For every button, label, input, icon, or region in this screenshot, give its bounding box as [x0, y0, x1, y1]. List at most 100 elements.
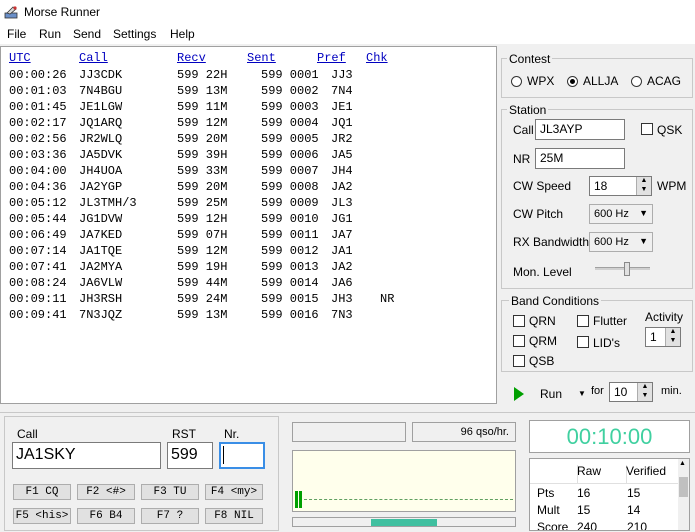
station-label: Station [507, 103, 549, 117]
col-sent[interactable]: Sent [247, 51, 276, 65]
col-utc[interactable]: UTC [9, 51, 31, 65]
rx-bandwidth-select[interactable]: 600 Hz ▼ [589, 232, 653, 252]
status-panel [292, 422, 406, 442]
scroll-up-icon[interactable]: ▲ [679, 460, 686, 467]
table-row[interactable]: 00:01:45 JE1LGW 599 11M 599 0003 JE1 [1, 100, 496, 116]
menu-settings[interactable]: Settings [113, 27, 156, 41]
menu-run[interactable]: Run [39, 27, 61, 41]
table-row[interactable]: 00:04:00 JH4UOA 599 33M 599 0007 JH4 [1, 164, 496, 180]
f4-my-button[interactable]: F4 <my> [205, 484, 263, 500]
cell-recv: 599 20M [177, 132, 228, 146]
entry-nr-input[interactable] [219, 442, 265, 469]
cell-call: JA2MYA [79, 260, 123, 274]
table-row[interactable]: 00:07:14 JA1TQE 599 12M 599 0012 JA1 [1, 244, 496, 260]
f5-his-button[interactable]: F5 <his> [13, 508, 71, 524]
f3-tu-button[interactable]: F3 TU [141, 484, 199, 500]
menu-file[interactable]: File [7, 27, 26, 41]
progress-track [292, 517, 516, 527]
table-row[interactable]: 00:02:56 JR2WLQ 599 20M 599 0005 JR2 [1, 132, 496, 148]
qsk-checkbox[interactable] [641, 123, 653, 135]
col-chk[interactable]: Chk [366, 51, 388, 65]
run-button[interactable]: Run ▼ [511, 384, 591, 404]
f1-cq-button[interactable]: F1 CQ [13, 484, 71, 500]
cw-speed-up[interactable]: ▲ [636, 177, 651, 186]
qsb-checkbox[interactable] [513, 355, 525, 367]
cw-speed-down[interactable]: ▼ [636, 186, 651, 195]
cell-pref: JH3 [331, 292, 353, 306]
f7-query-button[interactable]: F7 ? [141, 508, 199, 524]
cell-pref: 7N4 [331, 84, 353, 98]
qsb-label: QSB [529, 354, 555, 368]
cell-pref: JR2 [331, 132, 353, 146]
col-pref[interactable]: Pref [317, 51, 346, 65]
menu-send[interactable]: Send [73, 27, 101, 41]
flutter-checkbox[interactable] [577, 315, 589, 327]
col-call[interactable]: Call [79, 51, 108, 65]
cell-pref: JQ1 [331, 116, 353, 130]
qsk-label: QSK [657, 123, 683, 137]
radio-wpx[interactable] [511, 76, 522, 87]
for-label: for [591, 385, 604, 397]
qrn-checkbox[interactable] [513, 315, 525, 327]
cell-pref: JJ3 [331, 68, 353, 82]
scope-signal-bar [299, 491, 302, 508]
score-mult-label: Mult [537, 503, 560, 517]
table-row[interactable]: 00:09:11 JH3RSH 599 24M 599 0015 JH3 NR [1, 292, 496, 308]
entry-call-input[interactable]: JA1SKY [12, 442, 161, 469]
min-label: min. [661, 385, 682, 397]
radio-wpx-label: WPX [527, 74, 555, 88]
score-scrollbar[interactable]: ▲ [678, 459, 689, 530]
table-row[interactable]: 00:09:41 7N3JQZ 599 13M 599 0016 7N3 [1, 308, 496, 324]
f6-b4-button[interactable]: F6 B4 [77, 508, 135, 524]
wpm-label: WPM [657, 179, 687, 193]
duration-down[interactable]: ▼ [637, 392, 652, 401]
slider-track [595, 267, 650, 270]
cell-pref: JA7 [331, 228, 353, 242]
cw-pitch-label: CW Pitch [513, 207, 564, 221]
col-recv[interactable]: Recv [177, 51, 206, 65]
radio-allja[interactable] [567, 76, 578, 87]
entry-rst-input[interactable]: 599 [167, 442, 213, 469]
cell-sent: 599 0001 [261, 68, 319, 82]
table-row[interactable]: 00:01:03 7N4BGU 599 13M 599 0002 7N4 [1, 84, 496, 100]
slider-thumb[interactable] [624, 262, 630, 276]
cell-call: JQ1ARQ [79, 116, 123, 130]
table-row[interactable]: 00:02:17 JQ1ARQ 599 12M 599 0004 JQ1 [1, 116, 496, 132]
cell-call: 7N4BGU [79, 84, 123, 98]
cw-speed-input[interactable]: 18 ▲ ▼ [589, 176, 652, 196]
text-cursor [223, 446, 224, 464]
cell-sent: 599 0006 [261, 148, 319, 162]
activity-input[interactable]: 1 ▲ ▼ [645, 327, 681, 347]
table-row[interactable]: 00:06:49 JA7KED 599 07H 599 0011 JA7 [1, 228, 496, 244]
activity-down[interactable]: ▼ [665, 337, 680, 346]
run-dropdown-icon[interactable]: ▼ [578, 389, 586, 398]
cell-call: JH4UOA [79, 164, 123, 178]
table-row[interactable]: 00:04:36 JA2YGP 599 20M 599 0008 JA2 [1, 180, 496, 196]
station-call-input[interactable]: JL3AYP [535, 119, 625, 140]
table-row[interactable]: 00:05:12 JL3TMH/3 599 25M 599 0009 JL3 [1, 196, 496, 212]
score-mult-verified: 14 [627, 503, 641, 517]
mon-level-slider[interactable] [595, 262, 650, 276]
f8-nil-button[interactable]: F8 NIL [205, 508, 263, 524]
cell-call: JJ3CDK [79, 68, 123, 82]
table-row[interactable]: 00:03:36 JA5DVK 599 39H 599 0006 JA5 [1, 148, 496, 164]
table-row[interactable]: 00:08:24 JA6VLW 599 44M 599 0014 JA6 [1, 276, 496, 292]
scrollbar-thumb[interactable] [679, 477, 688, 497]
table-row[interactable]: 00:00:26 JJ3CDK 599 22H 599 0001 JJ3 [1, 68, 496, 84]
cell-sent: 599 0008 [261, 180, 319, 194]
duration-up[interactable]: ▲ [637, 383, 652, 392]
radio-acag[interactable] [631, 76, 642, 87]
table-row[interactable]: 00:05:44 JG1DVW 599 12H 599 0010 JG1 [1, 212, 496, 228]
lids-checkbox[interactable] [577, 336, 589, 348]
f2-exchange-button[interactable]: F2 <#> [77, 484, 135, 500]
menu-help[interactable]: Help [170, 27, 195, 41]
station-nr-input[interactable]: 25M [535, 148, 625, 169]
cell-recv: 599 13M [177, 84, 228, 98]
duration-input[interactable]: 10 ▲ ▼ [609, 382, 653, 402]
activity-up[interactable]: ▲ [665, 328, 680, 337]
qrm-checkbox[interactable] [513, 335, 525, 347]
table-row[interactable]: 00:07:41 JA2MYA 599 19H 599 0013 JA2 [1, 260, 496, 276]
cw-pitch-select[interactable]: 600 Hz ▼ [589, 204, 653, 224]
cell-sent: 599 0012 [261, 244, 319, 258]
qso-log[interactable]: UTC Call Recv Sent Pref Chk 00:00:26 JJ3C… [0, 46, 497, 404]
